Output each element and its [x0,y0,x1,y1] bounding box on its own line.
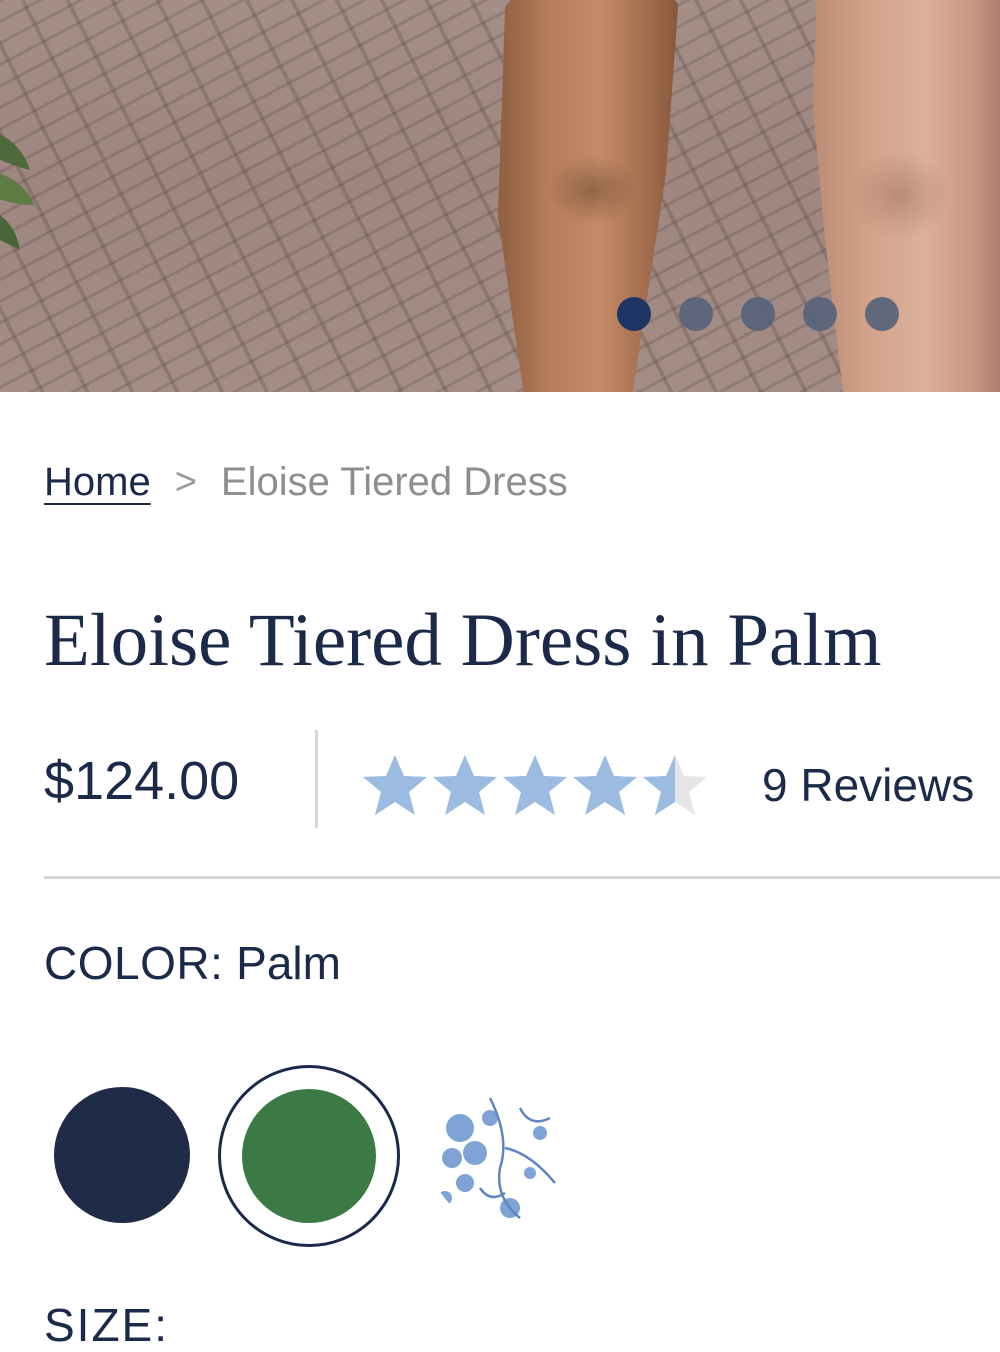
size-label: SIZE: [44,1299,170,1351]
product-title: Eloise Tiered Dress in Palm [44,599,882,682]
carousel-dot[interactable] [741,297,775,331]
star-icon [573,755,637,815]
color-label-prefix: COLOR: [44,937,224,989]
blue-floral-print-swatch[interactable] [430,1088,566,1224]
reviews-link[interactable]: 9 Reviews [762,758,974,812]
leaf-decoration [0,134,34,250]
star-icon [363,755,427,815]
star-rating[interactable] [358,752,708,818]
breadcrumb-current: Eloise Tiered Dress [220,460,568,504]
carousel-dots [617,297,927,331]
star-icon [503,755,567,815]
floral-print-pattern [430,1088,566,1224]
section-divider [44,876,1000,879]
selected-color-name: Palm [236,937,341,989]
knee-shadow [850,150,950,240]
product-image-carousel[interactable] [0,0,1000,392]
palm-green-swatch[interactable] [242,1089,376,1223]
chevron-right-icon: > [174,461,197,503]
color-label: COLOR: Palm [44,936,341,990]
knee-shadow [548,155,638,225]
price-divider [315,730,318,828]
star-icon [433,755,497,815]
carousel-dot[interactable] [865,297,899,331]
star-icon [643,755,707,815]
breadcrumb: Home > Eloise Tiered Dress [44,460,568,505]
carousel-dot[interactable] [679,297,713,331]
breadcrumb-home-link[interactable]: Home [44,460,151,505]
carousel-dot[interactable] [617,297,651,331]
product-price: $124.00 [44,751,240,811]
carousel-dot[interactable] [803,297,837,331]
navy-swatch[interactable] [54,1087,190,1223]
